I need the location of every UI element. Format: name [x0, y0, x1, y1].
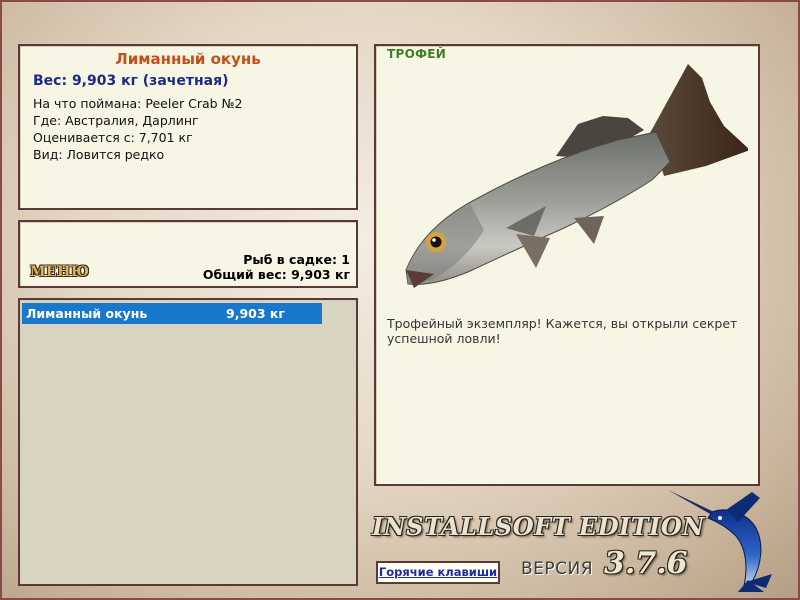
stats-panel: МЕНЮ Рыб в садке: 1 Общий вес: 9,903 кг [18, 220, 358, 288]
location-info: Где: Австралия, Дарлинг [33, 113, 199, 128]
fish-details: На что поймана: Peeler Crab №2 Где: Авст… [20, 95, 356, 163]
kind-info: Вид: Ловится редко [33, 147, 165, 162]
catch-list: Лиманный окунь 9,903 кг [18, 298, 358, 586]
version-label: ВЕРСИЯ [521, 559, 594, 579]
bait-info: На что поймана: Peeler Crab №2 [33, 96, 243, 111]
catch-name: Лиманный окунь [26, 306, 148, 321]
fish-image [405, 64, 748, 288]
fish-title: Лиманный окунь [115, 50, 261, 68]
fish-count: Рыб в садке: 1 [243, 252, 350, 267]
fish-weight: Вес: 9,903 кг (зачетная) [33, 73, 229, 89]
valued-from-info: Оценивается с: 7,701 кг [33, 130, 193, 145]
marlin-logo-icon [668, 490, 772, 592]
fish-info-panel: Лиманный окунь Вес: 9,903 кг (зачетная) … [18, 44, 358, 210]
trophy-panel: ТРОФЕЙ Трофейный экземпляр! Кажется, вы … [374, 44, 760, 486]
menu-button[interactable]: МЕНЮ [30, 264, 89, 280]
total-weight: Общий вес: 9,903 кг [202, 267, 350, 282]
hotkeys-button[interactable]: Горячие клавиши [376, 561, 500, 584]
catch-weight: 9,903 кг [226, 306, 285, 321]
edition-logo: INSTALLSOFT EDITION [372, 512, 705, 541]
catch-list-item[interactable]: Лиманный окунь 9,903 кг [22, 303, 322, 324]
trophy-text: Трофейный экземпляр! Кажется, вы открыли… [387, 316, 738, 346]
